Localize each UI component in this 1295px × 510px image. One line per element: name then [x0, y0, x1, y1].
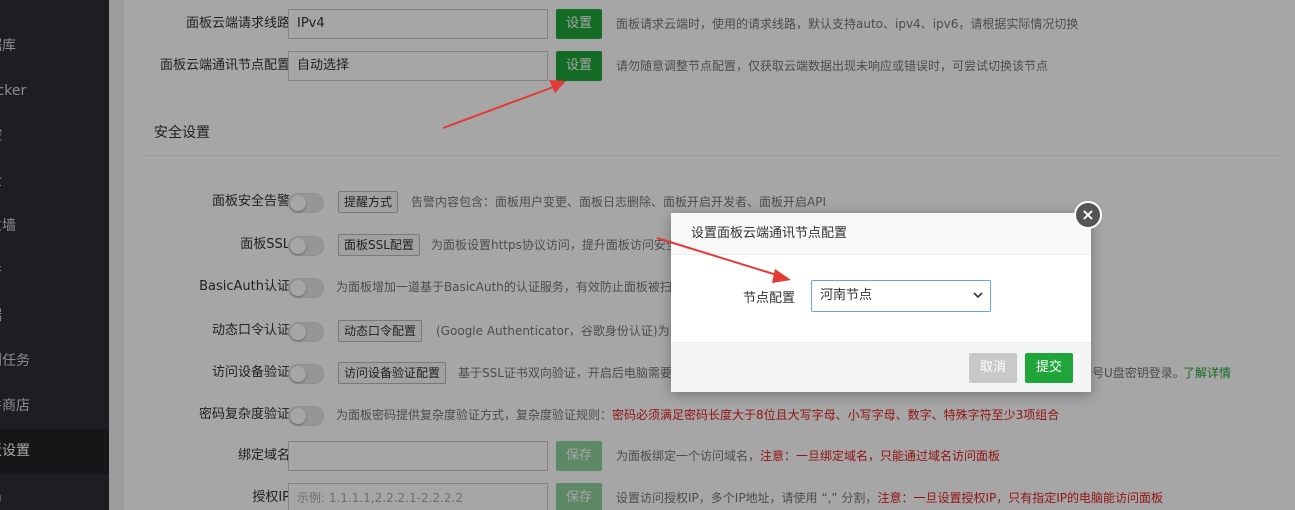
modal-overlay[interactable]	[0, 0, 1295, 510]
cancel-button[interactable]: 取消	[969, 353, 1017, 383]
close-icon[interactable]: ×	[1074, 201, 1102, 229]
dialog-title: 设置面板云端通讯节点配置	[671, 213, 1091, 255]
node-select[interactable]: 河南节点	[811, 280, 991, 312]
chevron-down-icon	[972, 281, 984, 323]
node-select-value: 河南节点	[820, 288, 873, 303]
submit-button[interactable]: 提交	[1025, 353, 1073, 383]
dialog-footer: 取消 提交	[671, 342, 1091, 392]
node-config-dialog: 设置面板云端通讯节点配置 节点配置 河南节点 取消 提交	[671, 213, 1091, 392]
node-config-label: 节点配置	[743, 291, 796, 306]
